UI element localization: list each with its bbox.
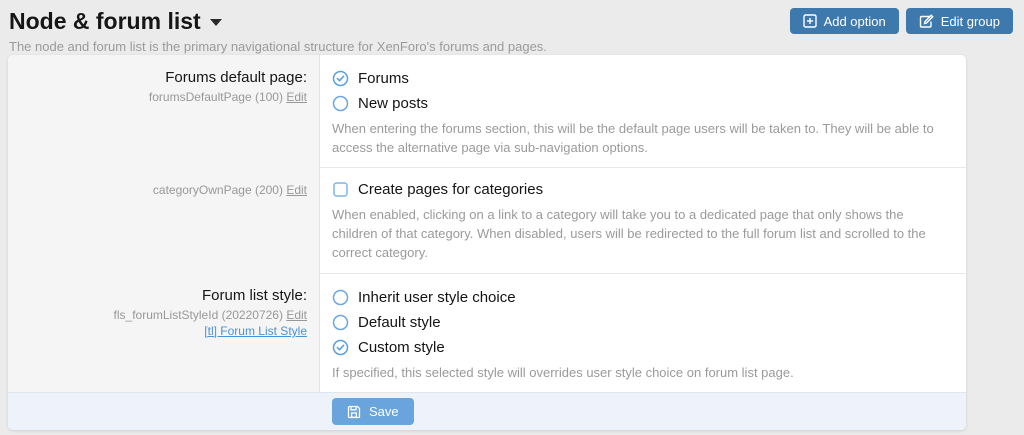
page-title[interactable]: Node & forum list	[9, 7, 547, 35]
edit-group-button[interactable]: Edit group	[906, 8, 1013, 34]
header-text-block: Node & forum list The node and forum lis…	[9, 7, 547, 54]
option-row-forum-list-style: Forum list style: fls_forumListStyleId (…	[8, 273, 966, 392]
edit-option-link[interactable]: Edit	[286, 183, 307, 197]
option-hint: forumsDefaultPage (100) Edit	[18, 89, 307, 105]
square-plus-icon	[803, 14, 817, 28]
add-option-label: Add option	[824, 14, 886, 29]
radio-option-label: Inherit user style choice	[358, 289, 516, 306]
option-addon-link-wrap: [tl] Forum List Style	[18, 323, 307, 340]
header-actions: Add option Edit group	[790, 7, 1013, 34]
save-button-label: Save	[369, 404, 399, 419]
submit-bar: Save	[8, 392, 966, 430]
edit-group-label: Edit group	[941, 14, 1000, 29]
option-id-text: fls_forumListStyleId (20220726)	[114, 308, 283, 322]
radio-option-forums[interactable]: Forums	[332, 69, 948, 87]
radio-option-label: Default style	[358, 314, 441, 331]
checkbox-option-label: Create pages for categories	[358, 181, 543, 198]
option-row-category-own-page: categoryOwnPage (200) Edit Create pages …	[8, 167, 966, 273]
options-group-panel: Forums default page: forumsDefaultPage (…	[8, 55, 966, 430]
radio-option-new-posts[interactable]: New posts	[332, 94, 948, 112]
radio-checked-icon	[332, 339, 349, 356]
page-title-label: Node & forum list	[9, 7, 201, 35]
radio-unchecked-icon	[332, 95, 349, 112]
option-row-forums-default-page: Forums default page: forumsDefaultPage (…	[8, 55, 966, 167]
radio-option-custom-style[interactable]: Custom style	[332, 338, 948, 356]
option-hint: categoryOwnPage (200) Edit	[18, 181, 307, 199]
option-control-cell: Create pages for categories When enabled…	[320, 167, 966, 273]
option-explanation: If specified, this selected style will o…	[332, 363, 948, 382]
chevron-down-icon	[210, 19, 222, 26]
option-explanation: When enabled, clicking on a link to a ca…	[332, 205, 948, 262]
option-control-cell: Forums New posts When entering the forum…	[320, 55, 966, 167]
option-control-cell: Inherit user style choice Default style	[320, 273, 966, 392]
edit-option-link[interactable]: Edit	[286, 90, 307, 104]
radio-option-label: New posts	[358, 95, 428, 112]
option-explanation: When entering the forums section, this w…	[332, 119, 948, 157]
add-option-button[interactable]: Add option	[790, 8, 899, 34]
option-title: Forum list style:	[18, 287, 307, 305]
radio-unchecked-icon	[332, 314, 349, 331]
page-header: Node & forum list The node and forum lis…	[0, 0, 1024, 55]
radio-option-default-style[interactable]: Default style	[332, 313, 948, 331]
checkbox-unchecked-icon	[332, 181, 349, 198]
save-button[interactable]: Save	[332, 398, 414, 425]
option-id-text: forumsDefaultPage (100)	[149, 90, 283, 104]
page-subtitle: The node and forum list is the primary n…	[9, 39, 547, 54]
option-title: Forums default page:	[18, 69, 307, 87]
edit-option-link[interactable]: Edit	[286, 308, 307, 322]
square-pencil-icon	[919, 14, 934, 29]
radio-option-label: Forums	[358, 70, 409, 87]
option-id-text: categoryOwnPage (200)	[153, 183, 283, 197]
floppy-disk-icon	[347, 405, 361, 419]
radio-checked-icon	[332, 70, 349, 87]
option-label-cell: Forum list style: fls_forumListStyleId (…	[8, 273, 320, 392]
radio-option-inherit-user-style[interactable]: Inherit user style choice	[332, 288, 948, 306]
option-hint: fls_forumListStyleId (20220726) Edit	[18, 307, 307, 323]
radio-option-label: Custom style	[358, 339, 445, 356]
checkbox-option-create-pages[interactable]: Create pages for categories	[332, 180, 948, 198]
radio-unchecked-icon	[332, 289, 349, 306]
option-label-cell: Forums default page: forumsDefaultPage (…	[8, 55, 320, 167]
option-label-cell: categoryOwnPage (200) Edit	[8, 167, 320, 273]
forum-list-style-link[interactable]: [tl] Forum List Style	[204, 324, 307, 338]
